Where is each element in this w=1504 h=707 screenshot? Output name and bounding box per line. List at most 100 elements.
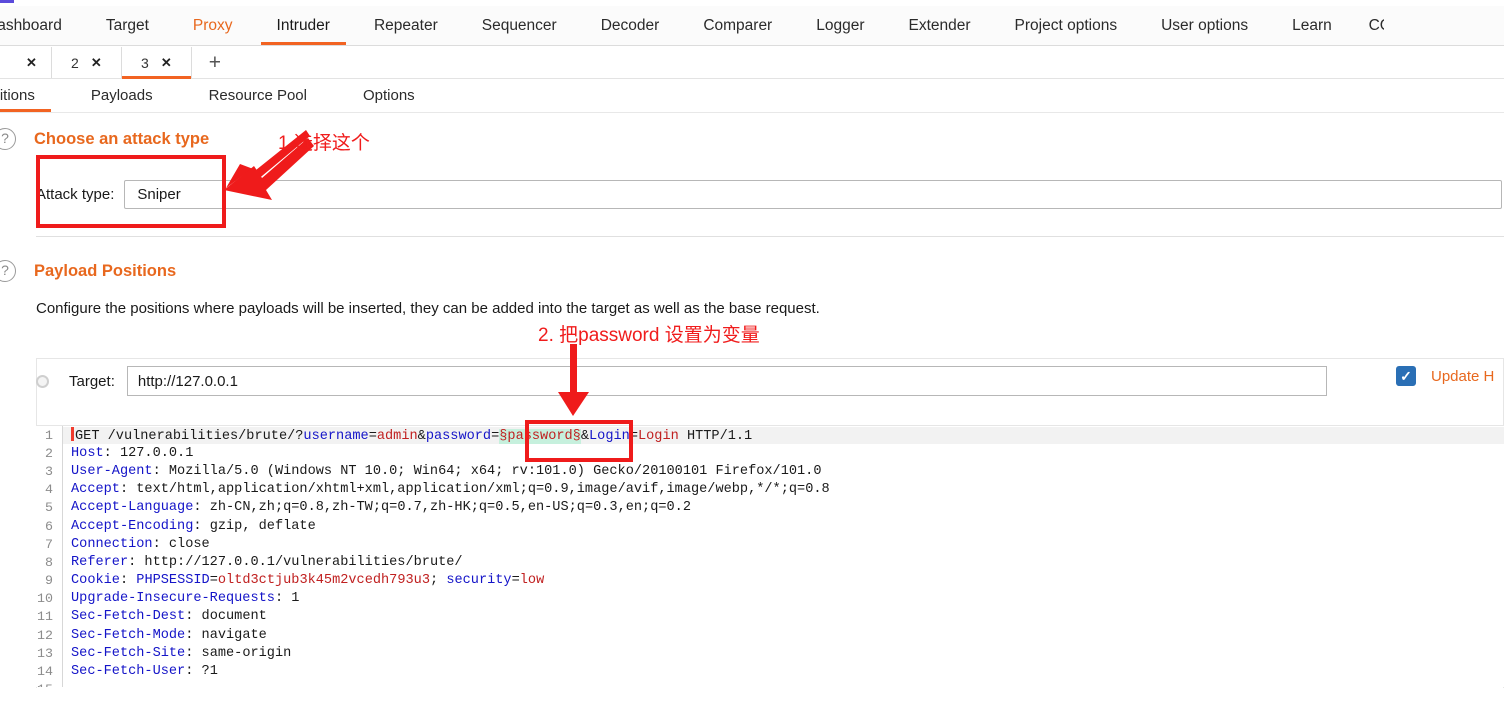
request-line[interactable]: 4 Accept: text/html,application/xhtml+xml… [36, 480, 1504, 499]
main-tab-user-options[interactable]: User options [1139, 6, 1270, 45]
request-line-code: Sec-Fetch-Dest: document [63, 609, 1504, 624]
request-token: Upgrade-Insecure-Requests [71, 591, 275, 607]
request-line[interactable]: 3 User-Agent: Mozilla/5.0 (Windows NT 10.… [36, 462, 1504, 481]
request-token: : ?1 [185, 664, 218, 680]
request-line-code: Accept-Language: zh-CN,zh;q=0.8,zh-TW;q=… [63, 500, 1504, 515]
sub-tab-positions[interactable]: Positions [0, 79, 63, 112]
request-line-code: Sec-Fetch-Mode: navigate [63, 628, 1504, 643]
request-token: Login [637, 428, 679, 444]
payload-positions-description: Configure the positions where payloads w… [36, 300, 820, 317]
main-tab-comparer[interactable]: Comparer [681, 6, 794, 45]
help-icon-payload-positions[interactable]: ? [0, 260, 16, 282]
request-token: : Mozilla/5.0 (Windows NT 10.0; Win64; x… [152, 463, 822, 479]
request-line[interactable]: 11 Sec-Fetch-Dest: document [36, 607, 1504, 627]
request-token: : gzip, deflate [193, 518, 316, 534]
line-number: 5 [45, 500, 53, 516]
line-number: 8 [45, 554, 53, 570]
request-token: PHPSESSID [136, 573, 210, 589]
line-number: 12 [37, 627, 53, 643]
main-tab-decoder[interactable]: Decoder [579, 6, 682, 45]
request-line-code: User-Agent: Mozilla/5.0 (Windows NT 10.0… [63, 464, 1504, 479]
window-corner-mark [0, 0, 14, 3]
main-tab-proxy[interactable]: Proxy [171, 6, 255, 45]
add-attack-tab-icon[interactable]: + [191, 47, 238, 78]
request-line[interactable]: 5 Accept-Language: zh-CN,zh;q=0.8,zh-TW;q… [36, 498, 1504, 517]
attack-tab-first[interactable]: ✕ [0, 47, 52, 78]
main-tab-dashboard[interactable]: Dashboard [0, 6, 84, 45]
main-tab-logger[interactable]: Logger [794, 6, 886, 45]
main-tab-extender[interactable]: Extender [887, 6, 993, 45]
close-icon[interactable]: ✕ [161, 55, 172, 71]
request-line[interactable]: 10 Upgrade-Insecure-Requests: 1 [36, 589, 1504, 608]
request-line-code: Referer: http://127.0.0.1/vulnerabilitie… [63, 555, 1504, 570]
request-token: ; [429, 573, 447, 589]
request-token: Sec-Fetch-Site [71, 645, 186, 661]
main-tab-sequencer[interactable]: Sequencer [460, 6, 579, 45]
http-request-editor[interactable]: 1 GET /vulnerabilities/brute/?username=ad… [36, 425, 1504, 687]
request-token: Sec-Fetch-Mode [71, 627, 186, 643]
request-token: Accept [71, 482, 120, 498]
request-line-code: Accept: text/html,application/xhtml+xml,… [63, 482, 1504, 497]
main-tab-cc[interactable]: CC [1354, 6, 1384, 45]
request-token: admin [376, 428, 418, 444]
attack-type-dropdown[interactable]: Sniper [124, 180, 1503, 209]
update-host-header-row[interactable]: ✓ Update H [1396, 366, 1494, 386]
burp-suite-window: DashboardTargetProxyIntruderRepeaterSequ… [0, 0, 1504, 707]
request-token: User-Agent [71, 463, 153, 479]
sub-tab-resource-pool[interactable]: Resource Pool [181, 79, 335, 112]
request-token: : navigate [185, 627, 267, 643]
request-token: : 127.0.0.1 [103, 445, 194, 461]
attack-tab-label: 3 [141, 54, 149, 71]
section-divider-1 [36, 236, 1504, 237]
target-row: Target: http://127.0.0.1 [36, 366, 1327, 396]
request-token: GET /vulnerabilities/brute/? [75, 428, 304, 444]
sub-tab-options[interactable]: Options [335, 79, 443, 112]
request-line-code: Upgrade-Insecure-Requests: 1 [63, 591, 1504, 606]
sub-tab-payloads[interactable]: Payloads [63, 79, 181, 112]
request-line[interactable]: 8 Referer: http://127.0.0.1/vulnerabiliti… [36, 553, 1504, 572]
request-token: oltd3ctjub3k45m2vcedh793u3 [217, 573, 430, 589]
request-token: Host [71, 445, 104, 461]
main-tab-target[interactable]: Target [84, 6, 171, 45]
request-token: = [511, 573, 520, 589]
request-line[interactable]: 7 Connection: close [36, 535, 1504, 554]
request-token: = [209, 573, 218, 589]
attack-tab-2[interactable]: 2 ✕ [51, 47, 122, 78]
target-label: Target: [69, 372, 115, 390]
request-line[interactable]: 13 Sec-Fetch-Site: same-origin [36, 644, 1504, 663]
request-token: Referer [71, 554, 129, 570]
request-line[interactable]: 1 GET /vulnerabilities/brute/?username=ad… [36, 426, 1504, 445]
request-line[interactable]: 15 [36, 680, 1504, 687]
main-tab-project-options[interactable]: Project options [993, 6, 1140, 45]
attack-tab-3[interactable]: 3 ✕ [121, 47, 192, 79]
close-icon[interactable]: ✕ [91, 55, 102, 71]
main-tab-learn[interactable]: Learn [1270, 6, 1354, 45]
line-number: 11 [37, 609, 53, 625]
request-line[interactable]: 6 Accept-Encoding: gzip, deflate [36, 516, 1504, 536]
request-line-code: Accept-Encoding: gzip, deflate [63, 519, 1504, 534]
annotation-text-step-2: 2. 把password 设置为变量 [538, 325, 760, 346]
update-host-checkbox[interactable]: ✓ [1396, 366, 1416, 386]
annotation-box-attack-type [36, 155, 226, 228]
main-tab-repeater[interactable]: Repeater [352, 6, 460, 45]
line-number: 1 [45, 427, 53, 443]
request-line[interactable]: 9 Cookie: PHPSESSID=oltd3ctjub3k45m2vcedh… [36, 571, 1504, 590]
request-line[interactable]: 2 Host: 127.0.0.1 [36, 444, 1504, 463]
help-icon-attack-type[interactable]: ? [0, 128, 16, 150]
request-token: Cookie [71, 573, 120, 589]
annotation-box-payload-marker [525, 420, 633, 462]
request-token: : [119, 573, 137, 589]
target-input[interactable]: http://127.0.0.1 [126, 366, 1327, 396]
main-tab-intruder[interactable]: Intruder [255, 6, 352, 45]
request-token: low [519, 573, 545, 589]
request-token: : document [185, 609, 267, 625]
annotation-text-step-1: 1.选择这个 [278, 133, 370, 154]
request-token: : text/html,application/xhtml+xml,applic… [119, 482, 830, 498]
request-line[interactable]: 12 Sec-Fetch-Mode: navigate [36, 626, 1504, 645]
close-icon[interactable]: ✕ [26, 55, 37, 71]
request-token: password [425, 428, 492, 444]
request-token: Connection [71, 536, 153, 552]
request-line[interactable]: 14 Sec-Fetch-User: ?1 [36, 662, 1504, 681]
line-number: 3 [45, 463, 53, 479]
request-token: : zh-CN,zh;q=0.8,zh-TW;q=0.7,zh-HK;q=0.5… [193, 500, 691, 516]
